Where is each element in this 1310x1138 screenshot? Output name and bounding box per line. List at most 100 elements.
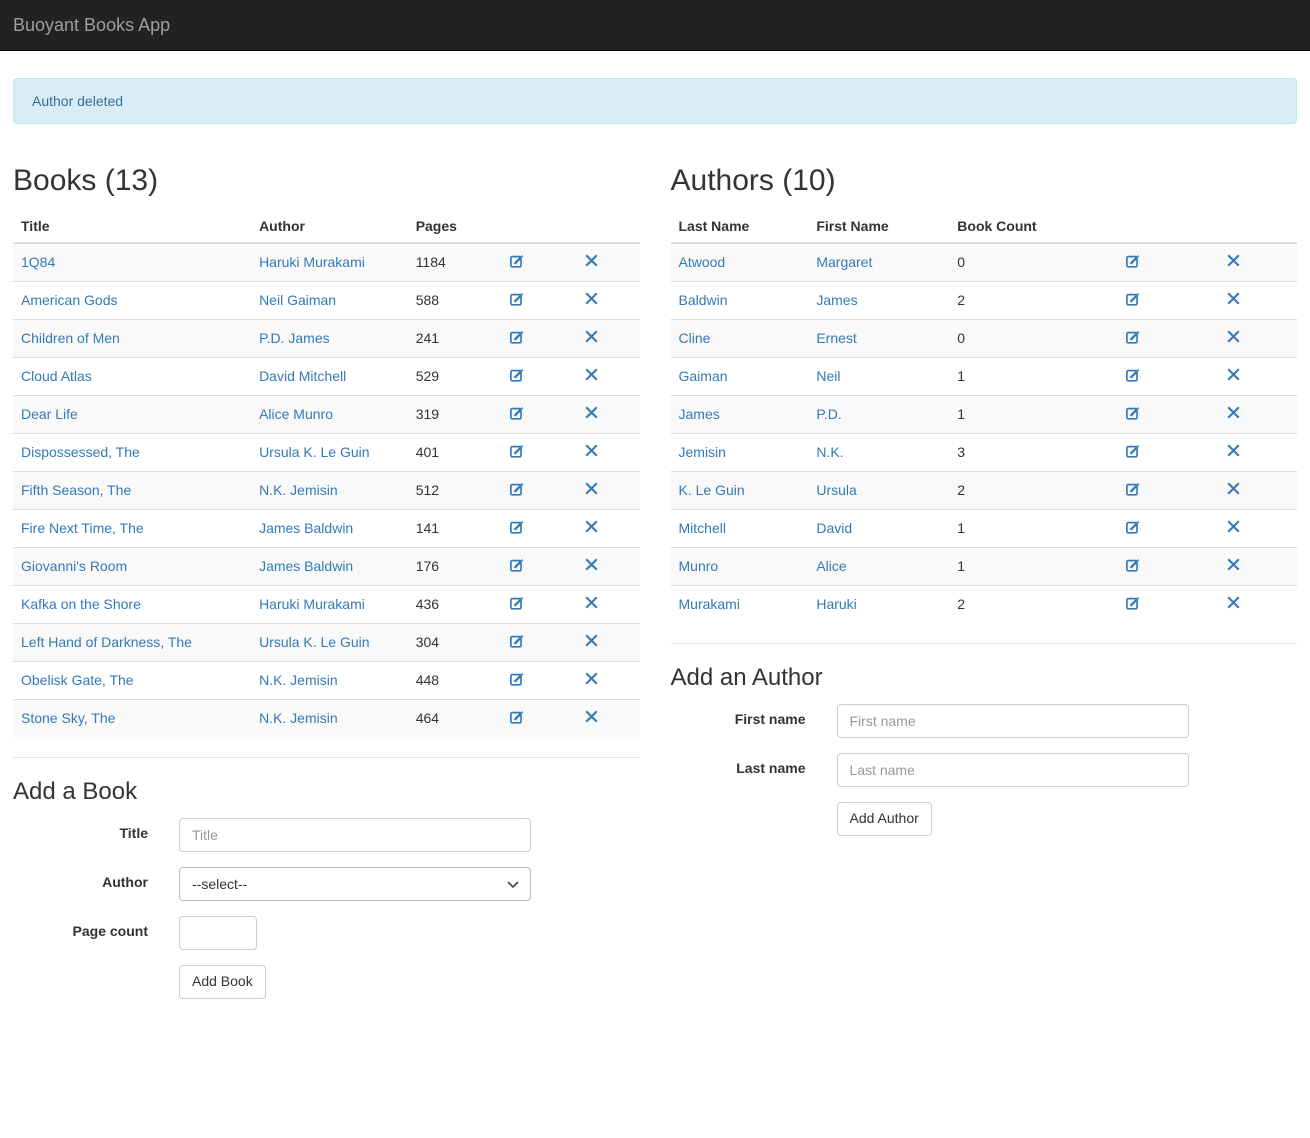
- edit-book-button[interactable]: [510, 444, 524, 458]
- add-author-button[interactable]: Add Author: [837, 802, 932, 836]
- book-author-link[interactable]: Ursula K. Le Guin: [259, 634, 370, 650]
- book-author-select[interactable]: --select--: [179, 867, 531, 901]
- edit-author-button[interactable]: [1126, 368, 1140, 382]
- edit-book-button[interactable]: [510, 634, 524, 648]
- edit-author-button[interactable]: [1126, 482, 1140, 496]
- edit-book-button[interactable]: [510, 710, 524, 724]
- delete-book-button[interactable]: [585, 330, 598, 343]
- book-author-link[interactable]: James Baldwin: [259, 520, 353, 536]
- author-firstname-link[interactable]: David: [816, 520, 852, 536]
- author-firstname-link[interactable]: Alice: [816, 558, 846, 574]
- book-title-link[interactable]: Giovanni's Room: [21, 558, 127, 574]
- edit-book-button[interactable]: [510, 406, 524, 420]
- author-firstname-link[interactable]: Ursula: [816, 482, 856, 498]
- delete-author-button[interactable]: [1227, 292, 1240, 305]
- book-title-link[interactable]: Dear Life: [21, 406, 78, 422]
- delete-author-button[interactable]: [1227, 254, 1240, 267]
- delete-book-button[interactable]: [585, 596, 598, 609]
- edit-book-button[interactable]: [510, 672, 524, 686]
- author-firstname-link[interactable]: Haruki: [816, 596, 856, 612]
- edit-book-button[interactable]: [510, 558, 524, 572]
- edit-author-button[interactable]: [1126, 520, 1140, 534]
- delete-book-button[interactable]: [585, 482, 598, 495]
- edit-book-button[interactable]: [510, 482, 524, 496]
- book-author-link[interactable]: Ursula K. Le Guin: [259, 444, 370, 460]
- book-title-link[interactable]: Obelisk Gate, The: [21, 672, 134, 688]
- delete-author-button[interactable]: [1227, 520, 1240, 533]
- delete-author-button[interactable]: [1227, 406, 1240, 419]
- book-author-link[interactable]: Neil Gaiman: [259, 292, 336, 308]
- delete-book-button[interactable]: [585, 254, 598, 267]
- app-brand-link[interactable]: Buoyant Books App: [13, 15, 170, 35]
- delete-author-button[interactable]: [1227, 444, 1240, 457]
- author-lastname-link[interactable]: Cline: [679, 330, 711, 346]
- author-firstname-link[interactable]: Margaret: [816, 254, 872, 270]
- book-title-link[interactable]: Children of Men: [21, 330, 120, 346]
- edit-author-button[interactable]: [1126, 558, 1140, 572]
- book-author-link[interactable]: Haruki Murakami: [259, 596, 365, 612]
- edit-author-button[interactable]: [1126, 254, 1140, 268]
- book-title-link[interactable]: Dispossessed, The: [21, 444, 140, 460]
- author-lastname-link[interactable]: Atwood: [679, 254, 726, 270]
- edit-book-button[interactable]: [510, 368, 524, 382]
- book-title-link[interactable]: Fifth Season, The: [21, 482, 131, 498]
- delete-author-button[interactable]: [1227, 482, 1240, 495]
- add-book-button[interactable]: Add Book: [179, 965, 266, 999]
- author-lastname-link[interactable]: Baldwin: [679, 292, 728, 308]
- book-author-link[interactable]: Alice Munro: [259, 406, 333, 422]
- author-lastname-link[interactable]: Gaiman: [679, 368, 728, 384]
- edit-author-button[interactable]: [1126, 406, 1140, 420]
- author-firstname-link[interactable]: James: [816, 292, 857, 308]
- author-firstname-input[interactable]: [837, 704, 1189, 738]
- book-pagecount-input[interactable]: [179, 916, 257, 950]
- book-title-link[interactable]: Cloud Atlas: [21, 368, 92, 384]
- edit-author-button[interactable]: [1126, 330, 1140, 344]
- book-title-link[interactable]: Fire Next Time, The: [21, 520, 144, 536]
- delete-book-button[interactable]: [585, 444, 598, 457]
- author-firstname-link[interactable]: N.K.: [816, 444, 843, 460]
- author-firstname-link[interactable]: Neil: [816, 368, 840, 384]
- delete-book-button[interactable]: [585, 292, 598, 305]
- book-title-input[interactable]: [179, 818, 531, 852]
- edit-book-button[interactable]: [510, 330, 524, 344]
- delete-book-button[interactable]: [585, 406, 598, 419]
- delete-book-button[interactable]: [585, 672, 598, 685]
- delete-author-button[interactable]: [1227, 330, 1240, 343]
- author-firstname-link[interactable]: P.D.: [816, 406, 841, 422]
- author-lastname-link[interactable]: Mitchell: [679, 520, 726, 536]
- author-lastname-link[interactable]: Jemisin: [679, 444, 726, 460]
- delete-book-button[interactable]: [585, 558, 598, 571]
- delete-author-button[interactable]: [1227, 558, 1240, 571]
- delete-author-button[interactable]: [1227, 368, 1240, 381]
- book-author-link[interactable]: David Mitchell: [259, 368, 346, 384]
- delete-book-button[interactable]: [585, 368, 598, 381]
- edit-author-button[interactable]: [1126, 444, 1140, 458]
- book-title-link[interactable]: Kafka on the Shore: [21, 596, 141, 612]
- edit-book-button[interactable]: [510, 596, 524, 610]
- edit-book-button[interactable]: [510, 254, 524, 268]
- author-firstname-link[interactable]: Ernest: [816, 330, 856, 346]
- book-author-link[interactable]: P.D. James: [259, 330, 330, 346]
- delete-book-button[interactable]: [585, 710, 598, 723]
- book-title-link[interactable]: Stone Sky, The: [21, 710, 115, 726]
- delete-book-button[interactable]: [585, 634, 598, 647]
- book-author-link[interactable]: N.K. Jemisin: [259, 482, 338, 498]
- author-lastname-link[interactable]: Murakami: [679, 596, 740, 612]
- edit-author-button[interactable]: [1126, 292, 1140, 306]
- author-lastname-link[interactable]: Munro: [679, 558, 719, 574]
- book-title-link[interactable]: 1Q84: [21, 254, 55, 270]
- edit-book-button[interactable]: [510, 292, 524, 306]
- edit-author-button[interactable]: [1126, 596, 1140, 610]
- delete-author-button[interactable]: [1227, 596, 1240, 609]
- book-author-link[interactable]: N.K. Jemisin: [259, 710, 338, 726]
- author-lastname-link[interactable]: K. Le Guin: [679, 482, 745, 498]
- edit-book-button[interactable]: [510, 520, 524, 534]
- book-title-link[interactable]: Left Hand of Darkness, The: [21, 634, 192, 650]
- author-lastname-link[interactable]: James: [679, 406, 720, 422]
- delete-book-button[interactable]: [585, 520, 598, 533]
- author-lastname-input[interactable]: [837, 753, 1189, 787]
- book-author-link[interactable]: N.K. Jemisin: [259, 672, 338, 688]
- book-author-link[interactable]: James Baldwin: [259, 558, 353, 574]
- book-author-link[interactable]: Haruki Murakami: [259, 254, 365, 270]
- book-title-link[interactable]: American Gods: [21, 292, 117, 308]
